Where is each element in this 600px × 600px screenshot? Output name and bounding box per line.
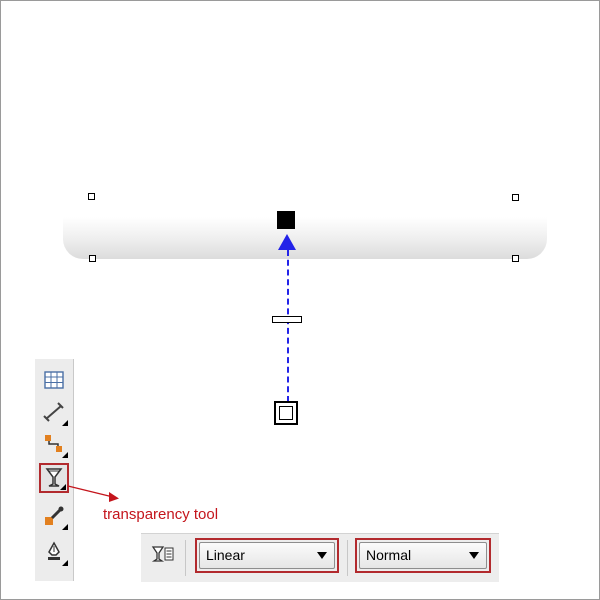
- transparency-direction-arrow: [278, 234, 296, 250]
- merge-mode-dropdown[interactable]: Normal: [359, 542, 487, 569]
- selection-handle-bottom-right[interactable]: [512, 255, 519, 262]
- connector-tool[interactable]: [39, 429, 69, 459]
- transparency-start-node[interactable]: [277, 211, 295, 229]
- dimension-tool[interactable]: [39, 397, 69, 427]
- transparency-midpoint-slider[interactable]: [272, 316, 302, 323]
- transparency-end-node[interactable]: [274, 401, 298, 425]
- flyout-indicator: [62, 524, 68, 530]
- transparency-type-dropdown[interactable]: Linear: [199, 542, 335, 569]
- toolbox: [35, 359, 74, 581]
- transparency-vector-line: [287, 250, 289, 402]
- dimension-tool-icon: [43, 402, 64, 422]
- chevron-down-icon: [469, 552, 479, 559]
- flyout-indicator: [62, 420, 68, 426]
- selection-handle-bottom-left[interactable]: [89, 255, 96, 262]
- outline-pen-icon: [48, 541, 60, 560]
- flyout-indicator: [62, 452, 68, 458]
- outline-pen-tool[interactable]: [39, 537, 69, 567]
- chevron-down-icon: [317, 552, 327, 559]
- annotation-label: transparency tool: [103, 506, 219, 523]
- table-tool[interactable]: [39, 365, 69, 395]
- property-bar: Linear Normal: [141, 533, 499, 582]
- toolbar-separator: [185, 540, 186, 576]
- annotation-arrow: [67, 485, 119, 502]
- transparency-type-value: Linear: [206, 547, 245, 563]
- drawing-window: transparency tool Linear Normal: [0, 0, 600, 600]
- toolbar-separator: [347, 540, 348, 576]
- merge-mode-value: Normal: [366, 547, 412, 563]
- flyout-indicator: [62, 560, 68, 566]
- transparency-properties-icon[interactable]: [151, 544, 175, 566]
- selection-handle-top-right[interactable]: [512, 194, 519, 201]
- selection-handle-top-left[interactable]: [88, 193, 95, 200]
- selected-shape[interactable]: [63, 217, 547, 259]
- table-icon: [44, 371, 64, 389]
